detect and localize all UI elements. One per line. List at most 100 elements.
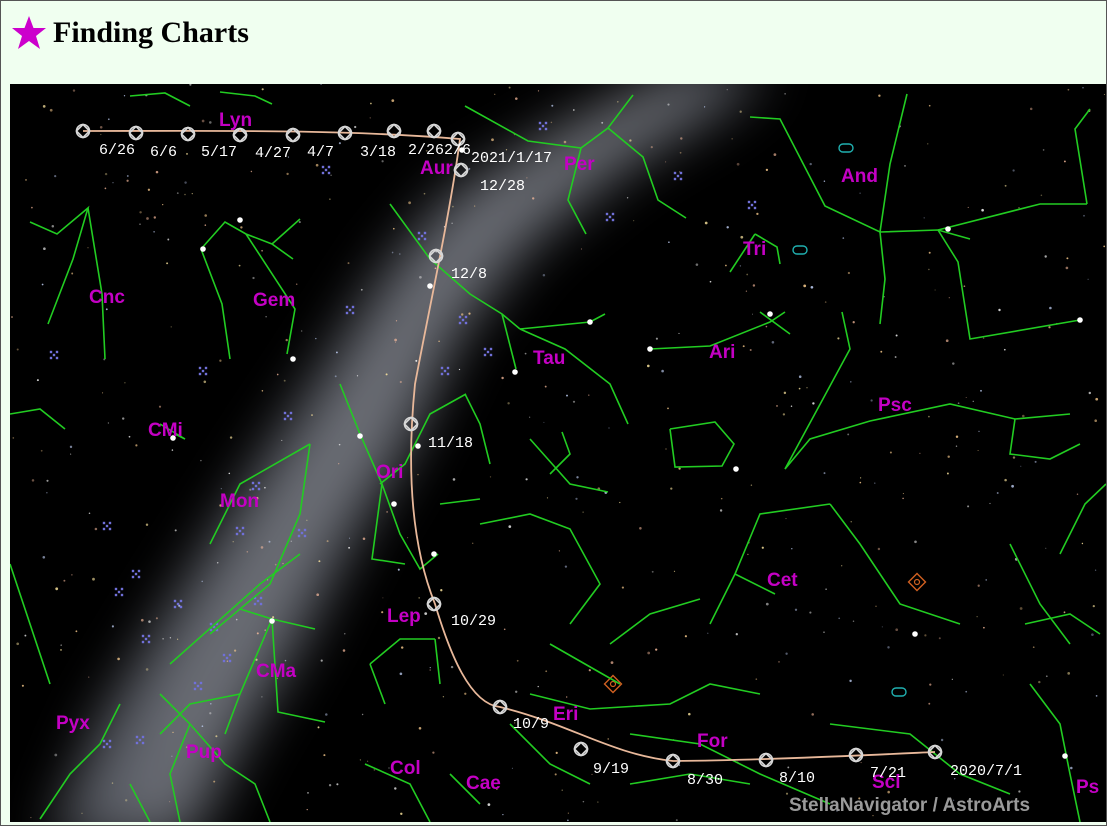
bright-star — [767, 311, 773, 317]
faint-star — [240, 226, 243, 229]
faint-star — [550, 121, 553, 124]
faint-star — [798, 375, 802, 378]
cluster-dot — [228, 659, 232, 663]
cluster-dot — [747, 206, 751, 210]
bright-star — [427, 283, 433, 289]
date-label: 4/7 — [307, 144, 334, 161]
faint-star — [847, 271, 851, 275]
cluster-dot — [440, 366, 444, 370]
cluster-dot — [423, 237, 427, 241]
faint-star — [362, 537, 366, 540]
date-label: 9/19 — [593, 761, 629, 778]
faint-star — [122, 417, 125, 420]
faint-star — [875, 605, 877, 608]
faint-star — [1048, 326, 1051, 329]
date-label: 2/6 — [444, 142, 471, 159]
bright-star — [431, 551, 437, 557]
faint-star — [1003, 348, 1006, 351]
page-title: Finding Charts — [53, 16, 249, 49]
faint-star — [60, 644, 62, 646]
faint-star — [619, 501, 621, 504]
faint-star — [46, 492, 48, 494]
faint-star — [487, 803, 491, 806]
faint-star — [859, 477, 862, 479]
faint-star — [771, 341, 775, 344]
bright-star — [415, 443, 421, 449]
faint-star — [633, 220, 635, 222]
cluster-dot — [544, 121, 548, 125]
cluster-dot — [228, 653, 232, 657]
label-lyn: Lyn — [219, 110, 252, 131]
faint-star — [42, 556, 46, 559]
faint-star — [1020, 465, 1022, 467]
faint-star — [442, 696, 445, 698]
faint-star — [166, 262, 169, 265]
faint-star — [107, 118, 110, 121]
cluster-dot — [608, 215, 612, 219]
cluster-dot — [135, 741, 139, 745]
faint-star — [778, 661, 780, 663]
faint-star — [1045, 675, 1048, 678]
faint-star — [1082, 87, 1084, 89]
faint-star — [704, 106, 706, 108]
faint-star — [169, 637, 172, 639]
faint-star — [126, 179, 129, 182]
faint-star — [812, 402, 815, 405]
faint-star — [1049, 306, 1052, 310]
faint-star — [551, 104, 554, 107]
faint-star — [745, 290, 748, 292]
cluster-dot — [345, 305, 349, 309]
faint-star — [1042, 149, 1045, 151]
faint-star — [174, 529, 177, 532]
cluster-dot — [351, 311, 355, 315]
cluster-dot — [179, 599, 183, 603]
faint-star — [49, 108, 53, 112]
faint-star — [336, 783, 339, 786]
faint-star — [963, 285, 966, 288]
faint-star — [511, 767, 513, 769]
faint-star — [588, 669, 591, 672]
bright-star — [290, 356, 296, 362]
faint-star — [934, 289, 936, 291]
cluster-dot — [102, 745, 106, 749]
label-mon: Mon — [220, 491, 259, 512]
faint-star — [148, 620, 151, 623]
faint-star — [902, 493, 904, 495]
faint-star — [338, 142, 341, 145]
cluster-dot — [300, 531, 304, 535]
cluster-dot — [176, 602, 180, 606]
cluster-dot — [257, 481, 261, 485]
faint-star — [468, 312, 471, 315]
cluster-dot — [254, 484, 258, 488]
faint-star — [790, 405, 793, 408]
cluster-dot — [538, 121, 542, 125]
faint-star — [665, 448, 667, 450]
faint-star — [1088, 391, 1092, 395]
faint-star — [747, 553, 749, 556]
date-label: 6/26 — [99, 142, 135, 159]
faint-star — [369, 102, 372, 105]
bright-star — [512, 369, 518, 375]
faint-star — [316, 593, 320, 597]
faint-star — [582, 800, 585, 803]
cluster-dot — [423, 231, 427, 235]
faint-star — [507, 402, 510, 405]
faint-star — [537, 90, 540, 92]
faint-star — [1103, 245, 1106, 248]
faint-star — [1012, 456, 1016, 459]
faint-star — [617, 101, 619, 103]
faint-star — [385, 373, 388, 376]
faint-star — [348, 537, 351, 539]
faint-star — [1067, 672, 1071, 675]
faint-star — [252, 276, 255, 280]
faint-star — [1029, 107, 1033, 111]
faint-star — [688, 712, 691, 716]
faint-star — [675, 819, 678, 822]
cluster-dot — [179, 605, 183, 609]
faint-star — [155, 617, 158, 620]
faint-star — [881, 626, 883, 628]
faint-star — [877, 547, 881, 551]
cluster-dot — [235, 532, 239, 536]
faint-star — [238, 264, 241, 267]
faint-star — [381, 611, 384, 614]
